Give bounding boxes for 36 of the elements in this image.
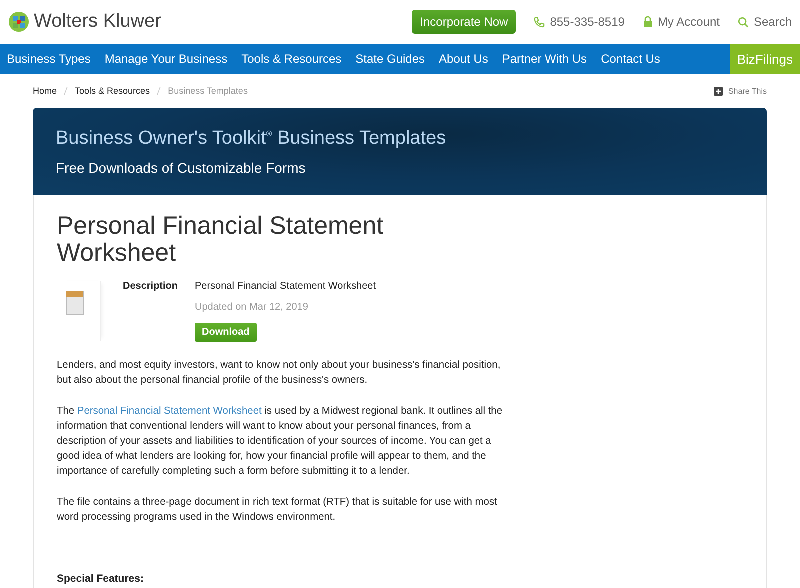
lock-icon [642,16,653,28]
nav-item[interactable]: Partner With Us [495,44,594,74]
nav-item[interactable]: About Us [432,44,496,74]
breadcrumb-link[interactable]: Tools & Resources [75,86,150,96]
separator-icon [64,87,68,95]
body-paragraph: The Personal Financial Statement Worksheet is used by a Midwest regional bank. It outlines all the information that conventional lenders will want to know about your personal finances, from a description of your assets and liabilities to identification of your sources of income. You can get a good idea of what lenders are looking for, how your financial profile will appear to them, and the importance of carefully completing such a form before submitting it to a lender. [57,405,504,479]
share-link[interactable]: Share This [714,86,767,96]
nav-item[interactable]: Tools & Resources [234,44,349,74]
brand-name[interactable]: Wolters Kluwer [34,11,162,33]
hero-title: Business Owner's Toolkit$^{®}$ Business Templates [56,128,448,150]
separator-icon [157,87,162,95]
phone-icon [534,16,546,28]
document-title: Personal Financial Statement Worksheet [57,213,385,267]
nav-item[interactable]: State Guides [348,44,432,74]
plus-icon [714,86,724,96]
logo-icon [8,11,30,33]
my-account-link[interactable]: My Account [658,15,720,29]
description-text: Personal Financial Statement Worksheet [195,281,376,292]
incorporate-now-button[interactable]: Incorporate Now [412,10,516,34]
body-paragraph: Lenders, and most equity investors, want to know not only about your business's financial position, but also about the personal financial profile of the business's owners. [57,359,502,388]
document-icon [66,291,84,315]
updated-date: Updated on Mar 12, 2019 [195,302,310,313]
breadcrumb-link[interactable]: Home [33,86,58,96]
breadcrumb-link[interactable]: Business Templates [168,86,248,96]
nav-item[interactable]: Contact Us [594,44,668,74]
special-features-heading: Special Features: [57,573,145,585]
download-button[interactable]: Download [195,323,257,342]
body-paragraph: The file contains a three-page document in rich text format (RTF) that is suitable for use with most word processing programs used in the Windows environment. [57,496,498,525]
worksheet-link[interactable]: Personal Financial Statement Worksheet [77,406,262,417]
nav-item[interactable]: Business Types [0,44,98,74]
description-label: Description [123,281,180,294]
hero-subtitle: Free Downloads of Customizable Forms [56,160,307,176]
search-link[interactable]: Search [754,15,792,29]
phone-number[interactable]: 855-335-8519 [550,15,625,29]
nav-item[interactable]: Manage Your Business [98,44,235,74]
search-icon [738,16,749,28]
